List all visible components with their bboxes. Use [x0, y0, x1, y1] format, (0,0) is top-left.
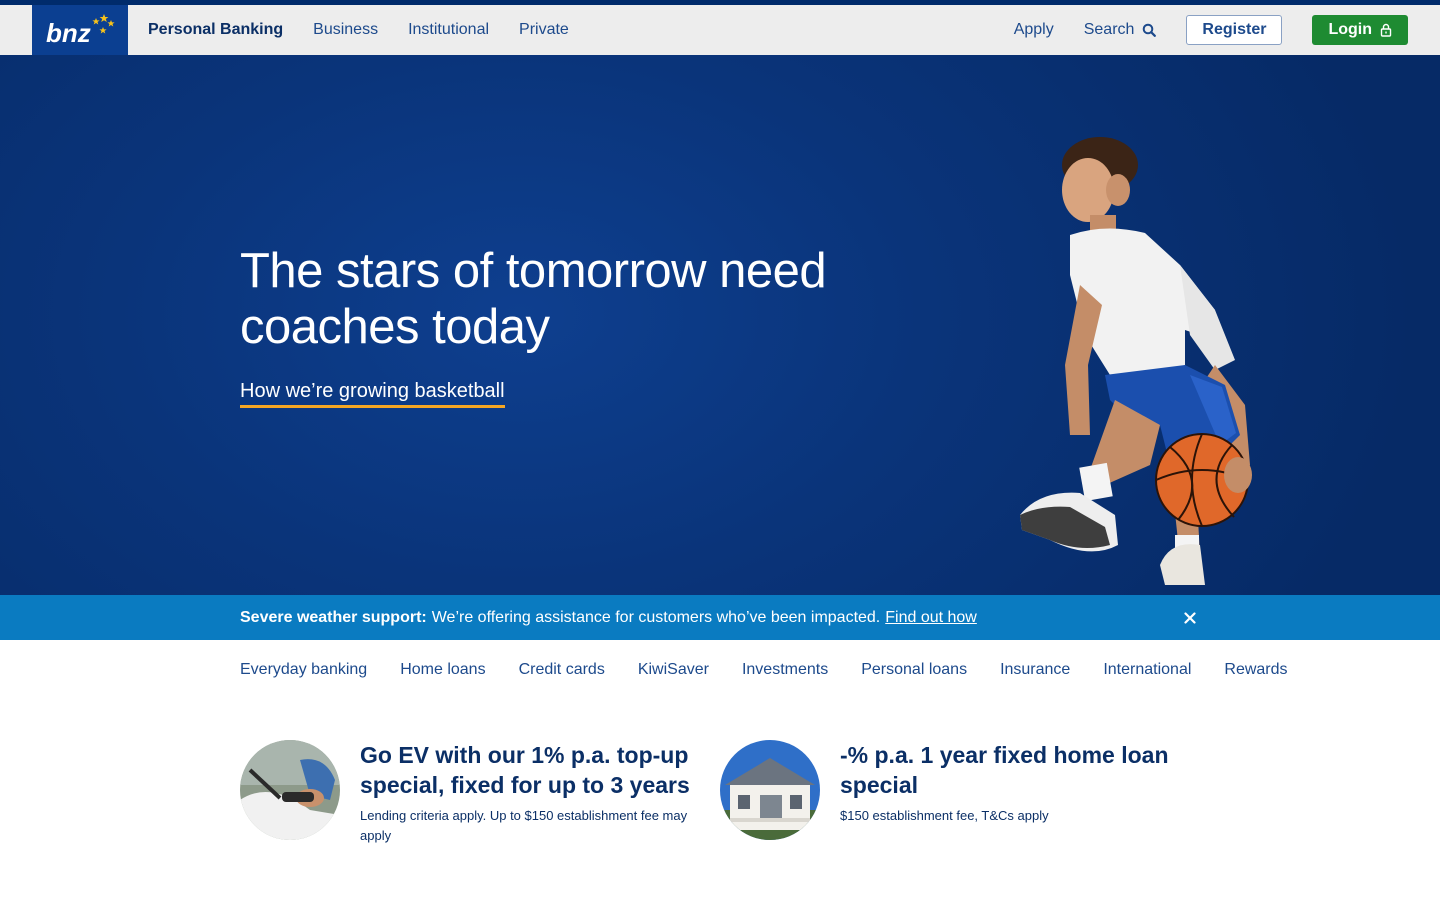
hero-title-line2: coaches today — [240, 300, 550, 354]
lock-icon — [1380, 23, 1392, 37]
alert-heading: Severe weather support: — [240, 608, 427, 626]
promo-subtitle: Lending criteria apply. Up to $150 estab… — [360, 808, 688, 843]
house-image — [720, 740, 820, 840]
alert-body: We’re offering assistance for customers … — [431, 608, 881, 626]
product-investments[interactable]: Investments — [742, 661, 828, 679]
search-icon — [1143, 23, 1157, 37]
hero-banner: The stars of tomorrow need coaches today… — [0, 55, 1440, 595]
alert-close-button[interactable] — [1180, 608, 1200, 628]
product-credit-cards[interactable]: Credit cards — [519, 661, 605, 679]
hero-title-line1: The stars of tomorrow need — [240, 244, 827, 298]
basketball-player-image — [1020, 137, 1252, 585]
nav-personal-banking[interactable]: Personal Banking — [148, 21, 283, 39]
promo-title: -% p.a. 1 year fixed home loan special — [840, 742, 1169, 798]
nav-institutional[interactable]: Institutional — [408, 21, 489, 39]
product-nav: Everyday banking Home loans Credit cards… — [240, 640, 1321, 700]
hero-title: The stars of tomorrow need coaches today — [240, 243, 840, 355]
bnz-logo-mark: bnz — [46, 14, 115, 48]
promo-title: Go EV with our 1% p.a. top-up special, f… — [360, 742, 690, 798]
register-label: Register — [1202, 21, 1267, 38]
alert-message: Severe weather support: We’re offering a… — [240, 595, 977, 640]
close-icon — [1184, 612, 1196, 624]
bnz-logo[interactable]: bnz — [32, 5, 128, 55]
nav-private[interactable]: Private — [519, 21, 569, 39]
search-button[interactable]: Search — [1084, 21, 1157, 39]
promo-subtitle: $150 establishment fee, T&Cs apply — [840, 808, 1049, 823]
nav-business[interactable]: Business — [313, 21, 378, 39]
svg-text:bnz: bnz — [46, 18, 91, 48]
register-button[interactable]: Register — [1186, 15, 1283, 45]
product-home-loans[interactable]: Home loans — [400, 661, 485, 679]
promo-home-loan[interactable]: -% p.a. 1 year fixed home loan special $… — [720, 740, 1180, 850]
product-everyday-banking[interactable]: Everyday banking — [240, 661, 367, 679]
product-rewards[interactable]: Rewards — [1224, 661, 1287, 679]
ev-charging-image — [240, 740, 340, 840]
product-personal-loans[interactable]: Personal loans — [861, 661, 967, 679]
login-button[interactable]: Login — [1312, 15, 1408, 45]
hero-cta-link[interactable]: How we’re growing basketball — [240, 380, 505, 408]
severe-weather-alert: Severe weather support: We’re offering a… — [0, 595, 1440, 640]
login-label: Login — [1328, 21, 1372, 38]
apply-link[interactable]: Apply — [1014, 21, 1054, 39]
product-insurance[interactable]: Insurance — [1000, 661, 1070, 679]
product-international[interactable]: International — [1103, 661, 1191, 679]
apply-label: Apply — [1013, 21, 1054, 38]
site-header: bnz Personal Banking Business Institutio… — [0, 5, 1440, 55]
product-kiwisaver[interactable]: KiwiSaver — [638, 661, 709, 679]
search-label: Search — [1083, 21, 1135, 38]
alert-find-out-link[interactable]: Find out how — [885, 609, 977, 627]
header-actions: Apply Search Register Login — [1014, 5, 1408, 55]
promo-ev-topup[interactable]: Go EV with our 1% p.a. top-up special, f… — [240, 740, 700, 850]
primary-nav: Personal Banking Business Institutional … — [148, 5, 599, 55]
